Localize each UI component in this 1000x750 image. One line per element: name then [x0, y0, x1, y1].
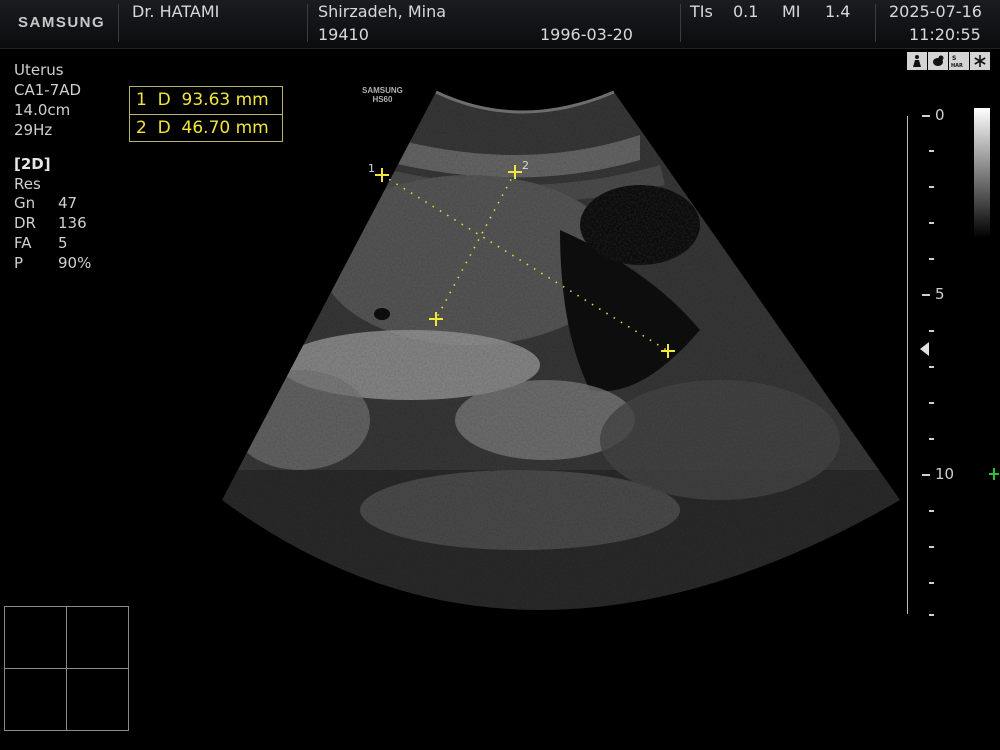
- caliper-label-1: 1: [368, 162, 375, 175]
- grayscale-bar: [974, 108, 990, 238]
- depth-scale-line: [907, 116, 908, 614]
- focus-marker-icon[interactable]: [919, 342, 931, 356]
- depth-tick-major: [922, 474, 930, 476]
- depth-tick: [929, 582, 934, 584]
- depth-tick: [929, 330, 934, 332]
- image-brand: SAMSUNG: [362, 86, 403, 95]
- depth-label-0: 0: [935, 106, 945, 124]
- depth-tick: [929, 614, 934, 616]
- green-marker-icon: [989, 468, 999, 480]
- divider: [5, 668, 128, 669]
- depth-tick: [929, 366, 934, 368]
- depth-tick: [929, 222, 934, 224]
- thumbnail-grid[interactable]: [4, 606, 129, 731]
- depth-label-10: 10: [935, 465, 955, 483]
- caliper-cross-icon[interactable]: [375, 168, 389, 182]
- depth-tick-major: [922, 115, 930, 117]
- caliper-label-2: 2: [522, 159, 529, 172]
- depth-tick: [929, 438, 934, 440]
- ultrasound-sector: [222, 92, 900, 610]
- depth-tick: [929, 150, 934, 152]
- depth-tick: [929, 510, 934, 512]
- depth-tick: [929, 258, 934, 260]
- depth-tick: [929, 402, 934, 404]
- depth-tick: [929, 546, 934, 548]
- ultrasound-image[interactable]: 1 2: [0, 0, 1000, 750]
- depth-tick: [929, 186, 934, 188]
- image-model: HS60: [372, 95, 393, 104]
- probe-brand-tag: SAMSUNG HS60: [362, 86, 403, 104]
- depth-label-5: 5: [935, 285, 945, 303]
- depth-tick-major: [922, 294, 930, 296]
